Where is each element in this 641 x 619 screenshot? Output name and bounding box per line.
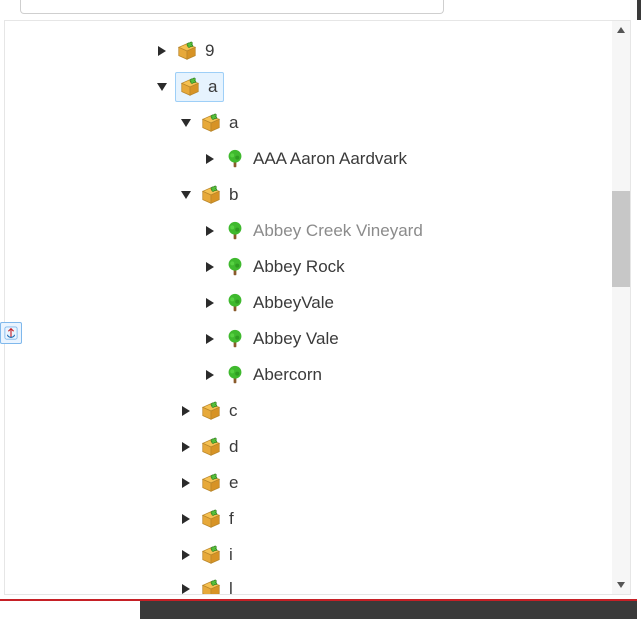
tree-icon	[223, 219, 247, 243]
scroll-thumb[interactable]	[612, 191, 630, 287]
scroll-up-button[interactable]	[612, 21, 630, 39]
expand-toggle[interactable]	[203, 296, 217, 310]
collapse-toggle[interactable]	[179, 188, 193, 202]
tree-node-item[interactable]: AbbeyVale	[25, 285, 612, 321]
expand-toggle[interactable]	[203, 368, 217, 382]
tree-node-item[interactable]: Abbey Rock	[25, 249, 612, 285]
expand-toggle[interactable]	[203, 224, 217, 238]
tree-node-folder[interactable]: f	[25, 501, 612, 537]
box-icon	[199, 577, 223, 594]
tree-node-label: d	[229, 429, 238, 465]
box-icon	[175, 39, 199, 63]
box-icon	[199, 543, 223, 567]
tree-node-label: AAA Aaron Aardvark	[253, 141, 407, 177]
collapse-toggle[interactable]	[155, 80, 169, 94]
bottom-tab-area-left[interactable]	[0, 601, 140, 619]
tree-node-label: f	[229, 501, 234, 537]
tree-node-item[interactable]: Abercorn	[25, 357, 612, 393]
tree-panel: 9 a a	[4, 20, 631, 595]
search-input-frame[interactable]	[20, 0, 444, 14]
tree-node-folder[interactable]: l	[25, 573, 612, 594]
tree-node-label: a	[229, 105, 238, 141]
tree-node-folder[interactable]: a	[25, 105, 612, 141]
tree-node-label: e	[229, 465, 238, 501]
tree-icon	[223, 255, 247, 279]
tree-icon	[223, 363, 247, 387]
tree-node-label: c	[229, 393, 238, 429]
expand-toggle[interactable]	[155, 44, 169, 58]
tree-node-folder[interactable]: 9	[25, 33, 612, 69]
expand-toggle[interactable]	[203, 152, 217, 166]
tree-node-label: a	[208, 69, 217, 105]
expand-toggle[interactable]	[179, 476, 193, 490]
tree-node-label: l	[229, 573, 233, 594]
box-icon	[199, 111, 223, 135]
box-icon	[199, 471, 223, 495]
tree-node-item[interactable]: Abbey Creek Vineyard	[25, 213, 612, 249]
tree-node-label: b	[229, 177, 238, 213]
right-edge-strip	[637, 0, 641, 20]
tree-node-label: i	[229, 537, 233, 573]
tree-icon	[223, 147, 247, 171]
box-icon	[199, 507, 223, 531]
tree-node-label: 9	[205, 33, 214, 69]
tree-icon	[223, 291, 247, 315]
scroll-down-button[interactable]	[612, 576, 630, 594]
tree-node-label: Abbey Vale	[253, 321, 339, 357]
expand-toggle[interactable]	[203, 260, 217, 274]
tree-node-selected: a	[175, 72, 224, 102]
box-icon	[199, 399, 223, 423]
side-panel-handle[interactable]	[0, 322, 22, 344]
bottom-tab-area-right[interactable]	[140, 601, 637, 619]
tree-node-folder[interactable]: c	[25, 393, 612, 429]
tree-node-label: Abbey Rock	[253, 249, 345, 285]
tree-node-label: Abbey Creek Vineyard	[253, 213, 423, 249]
tree-node-item[interactable]: AAA Aaron Aardvark	[25, 141, 612, 177]
tree-node-folder[interactable]: d	[25, 429, 612, 465]
collapse-toggle[interactable]	[179, 116, 193, 130]
expand-toggle[interactable]	[179, 582, 193, 594]
expand-toggle[interactable]	[179, 440, 193, 454]
tree-node-folder[interactable]: b	[25, 177, 612, 213]
tree-node-label: Abercorn	[253, 357, 322, 393]
box-icon	[199, 183, 223, 207]
expand-toggle[interactable]	[203, 332, 217, 346]
expand-toggle[interactable]	[179, 512, 193, 526]
tree-icon	[223, 327, 247, 351]
expand-toggle[interactable]	[179, 404, 193, 418]
tree-node-label: AbbeyVale	[253, 285, 334, 321]
box-icon	[178, 75, 202, 99]
box-icon	[199, 435, 223, 459]
vertical-scrollbar[interactable]	[612, 21, 630, 594]
tree-node-folder[interactable]: e	[25, 465, 612, 501]
tree-node-folder[interactable]: i	[25, 537, 612, 573]
expand-toggle[interactable]	[179, 548, 193, 562]
tree-node-item[interactable]: Abbey Vale	[25, 321, 612, 357]
tree-node-folder[interactable]: a	[25, 69, 612, 105]
tree: 9 a a	[25, 21, 612, 594]
